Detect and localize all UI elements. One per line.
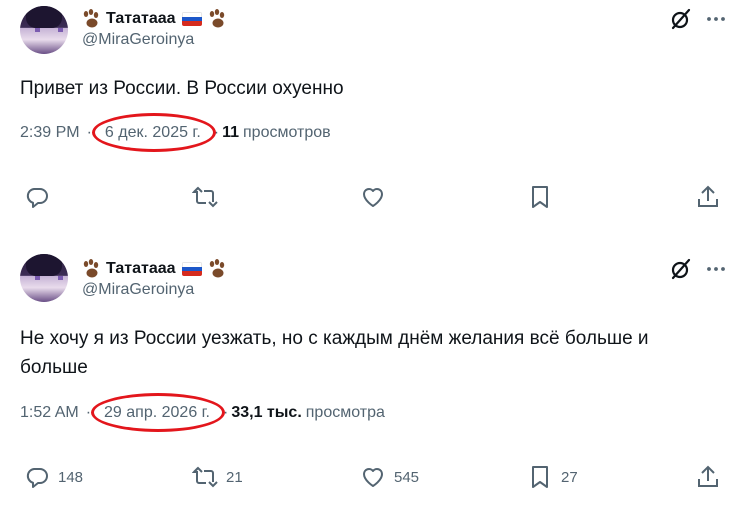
reply-button[interactable]: [24, 182, 58, 212]
retweet-button[interactable]: 21: [192, 462, 243, 492]
more-options-icon[interactable]: [703, 256, 729, 282]
heart-icon: [363, 188, 383, 207]
bookmark-count: 27: [561, 468, 578, 486]
retweet-icon: [192, 186, 218, 208]
like-button[interactable]: [360, 182, 394, 212]
more-options-icon[interactable]: [703, 6, 729, 32]
views-count: 33,1 тыс.: [231, 404, 302, 421]
views-label: просмотров: [243, 124, 331, 141]
retweet-button[interactable]: [192, 182, 226, 212]
share-icon: [698, 185, 718, 207]
paw-icon: [83, 259, 99, 278]
share-button[interactable]: [695, 462, 721, 492]
bookmark-button[interactable]: 27: [527, 462, 578, 492]
retweet-icon: [192, 466, 218, 488]
paw-icon: [83, 9, 99, 28]
paw-icon: [209, 9, 224, 28]
tweet-text: Не хочу я из России уезжать, но с каждым…: [20, 328, 649, 378]
display-name[interactable]: Тататааа: [106, 260, 176, 278]
views-count: 11: [222, 124, 240, 141]
tweet[interactable]: Тататааа @MiraGeroinya Привет из России.…: [0, 0, 740, 240]
tweet-meta: 1:52 AM · 29 апр. 2026 г. · 33,1 тыс. пр…: [20, 393, 385, 432]
reply-icon: [26, 468, 48, 488]
tweet-date[interactable]: 6 дек. 2025 г.: [91, 113, 216, 152]
author-name-row[interactable]: Тататааа: [82, 258, 228, 280]
tweet-text: Привет из России. В России охуенно: [20, 78, 344, 99]
display-name[interactable]: Тататааа: [106, 10, 176, 28]
tweet-time[interactable]: 2:39 PM: [20, 124, 80, 142]
retweet-count: 21: [226, 468, 243, 486]
reply-icon: [26, 188, 48, 208]
tweet-time[interactable]: 1:52 AM: [20, 404, 79, 422]
user-handle[interactable]: @MiraGeroinya: [82, 281, 194, 299]
russia-flag-icon: [181, 262, 202, 276]
tweet-date[interactable]: 29 апр. 2026 г.: [91, 393, 225, 432]
heart-icon: [363, 468, 383, 487]
reply-button[interactable]: 148: [24, 462, 83, 492]
bookmark-button[interactable]: [527, 182, 553, 212]
tweet[interactable]: Тататааа @MiraGeroinya Не хочу я из Росс…: [0, 240, 740, 512]
share-button[interactable]: [695, 182, 721, 212]
grok-icon[interactable]: [668, 6, 694, 32]
bookmark-icon: [532, 466, 548, 488]
like-button[interactable]: 545: [360, 462, 419, 492]
like-count: 545: [394, 468, 420, 486]
share-icon: [698, 465, 718, 487]
avatar[interactable]: [20, 6, 68, 54]
avatar[interactable]: [20, 254, 68, 302]
action-bar: [0, 182, 740, 212]
author-name-row[interactable]: Тататааа: [82, 8, 228, 30]
bookmark-icon: [532, 186, 548, 208]
russia-flag-icon: [181, 12, 202, 26]
user-handle[interactable]: @MiraGeroinya: [82, 31, 194, 49]
paw-icon: [209, 259, 224, 278]
grok-icon[interactable]: [668, 256, 694, 282]
views-label: просмотра: [305, 404, 385, 421]
reply-count: 148: [58, 468, 84, 486]
action-bar: 148 21 545 27: [0, 462, 740, 492]
tweet-meta: 2:39 PM · 6 дек. 2025 г. · 11 просмотров: [20, 113, 331, 152]
